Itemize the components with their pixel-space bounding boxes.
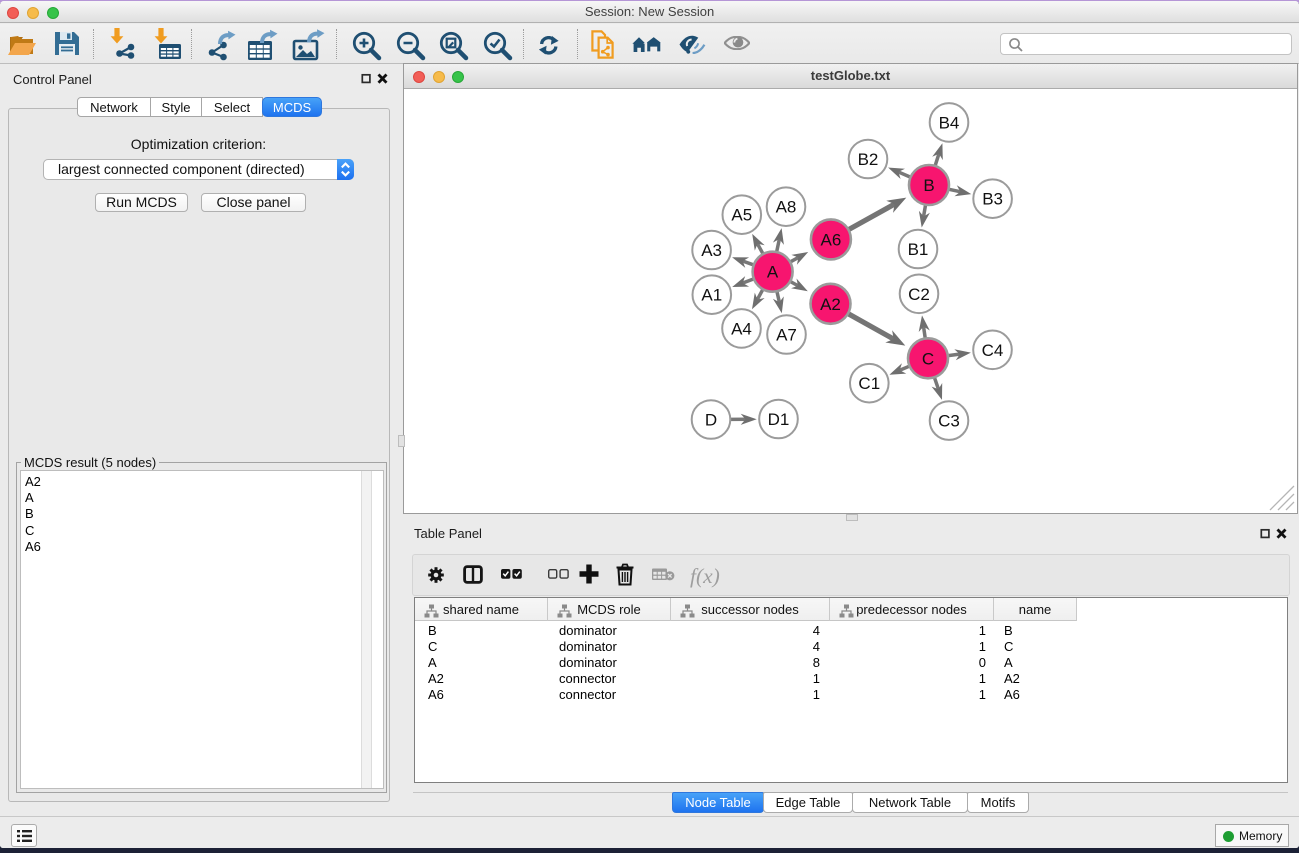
svg-text:C1: C1 (858, 374, 880, 393)
svg-text:A2: A2 (820, 295, 841, 314)
svg-text:B2: B2 (858, 150, 879, 169)
svg-text:A8: A8 (776, 198, 797, 217)
svg-text:D: D (705, 411, 717, 430)
svg-text:C3: C3 (938, 412, 960, 431)
svg-text:A3: A3 (701, 241, 722, 260)
svg-text:B4: B4 (939, 113, 960, 132)
svg-text:A4: A4 (731, 319, 752, 338)
svg-text:C4: C4 (982, 341, 1004, 360)
svg-text:A7: A7 (776, 326, 797, 345)
svg-text:A1: A1 (701, 286, 722, 305)
svg-text:A: A (767, 263, 779, 282)
svg-text:B: B (923, 176, 934, 195)
svg-text:B1: B1 (908, 240, 929, 259)
svg-text:B3: B3 (982, 190, 1003, 209)
svg-text:C2: C2 (908, 285, 930, 304)
svg-text:C: C (922, 349, 934, 368)
svg-text:A6: A6 (821, 230, 842, 249)
svg-text:D1: D1 (768, 410, 790, 429)
svg-text:A5: A5 (731, 206, 752, 225)
